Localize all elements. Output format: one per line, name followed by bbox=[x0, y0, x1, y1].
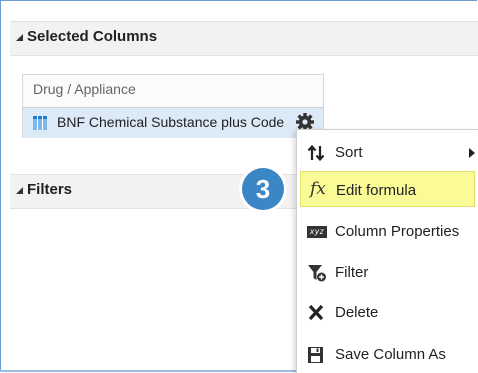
filter-icon bbox=[308, 265, 326, 282]
save-icon bbox=[308, 347, 323, 363]
column-icon bbox=[33, 116, 47, 130]
step-number-badge: 3 bbox=[242, 168, 284, 210]
menu-item-label: Filter bbox=[335, 264, 369, 281]
selected-columns-header[interactable]: Selected Columns bbox=[10, 21, 478, 56]
menu-item-save-column-as[interactable]: Save Column As bbox=[297, 336, 478, 372]
menu-item-edit-formula[interactable]: fx Edit formula bbox=[300, 171, 475, 207]
selected-columns-title: Selected Columns bbox=[27, 28, 158, 45]
submenu-arrow-icon bbox=[469, 148, 475, 158]
menu-item-filter[interactable]: Filter bbox=[297, 254, 478, 290]
collapse-triangle-icon[interactable] bbox=[16, 34, 23, 41]
menu-item-label: Sort bbox=[335, 144, 363, 161]
menu-item-label: Edit formula bbox=[336, 182, 417, 199]
menu-item-sort[interactable]: Sort bbox=[297, 134, 478, 170]
subject-area-folder-label: Drug / Appliance bbox=[33, 81, 136, 97]
xyz-icon: xyz bbox=[307, 223, 327, 241]
column-context-menu: Sort fx Edit formula xyz Column Properti… bbox=[296, 129, 478, 373]
collapse-triangle-icon[interactable] bbox=[16, 187, 23, 194]
column-label: BNF Chemical Substance plus Code bbox=[57, 114, 285, 130]
selected-columns-list: Drug / Appliance BNF Chemical Substance … bbox=[22, 74, 324, 138]
fx-icon: fx bbox=[310, 179, 326, 199]
menu-item-label: Delete bbox=[335, 304, 379, 321]
menu-item-column-properties[interactable]: xyz Column Properties bbox=[297, 213, 478, 249]
column-row[interactable]: BNF Chemical Substance plus Code bbox=[23, 107, 323, 138]
menu-item-label: Save Column As bbox=[335, 346, 446, 363]
sort-icon bbox=[307, 144, 325, 162]
menu-item-label: Column Properties bbox=[335, 223, 460, 240]
menu-item-delete[interactable]: Delete bbox=[297, 294, 478, 330]
filters-title: Filters bbox=[27, 181, 73, 198]
delete-x-icon bbox=[308, 304, 324, 321]
